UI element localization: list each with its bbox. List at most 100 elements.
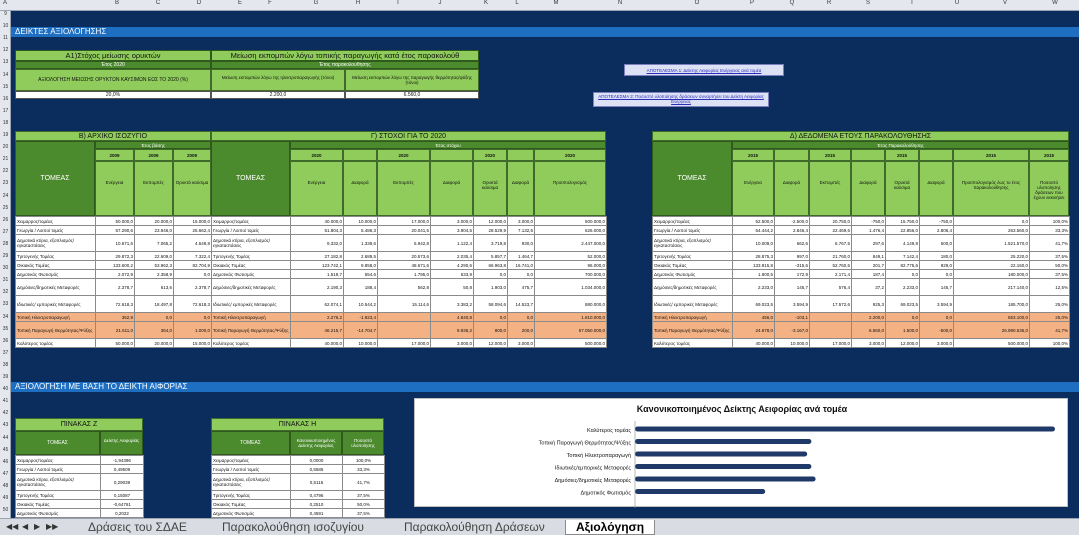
data-cell[interactable]: 7.142,4 bbox=[885, 251, 920, 261]
data-cell[interactable] bbox=[809, 321, 852, 339]
data-cell[interactable]: 10.009,0 bbox=[732, 234, 775, 252]
data-cell[interactable]: 626.000,0 bbox=[534, 225, 607, 235]
sector-label[interactable]: Γεωργία / Λοιποί τομείς bbox=[211, 225, 291, 235]
data-cell[interactable]: 37,5% bbox=[342, 490, 385, 500]
tab-drasis-sdae[interactable]: Δράσεις του ΣΔΑΕ bbox=[78, 520, 197, 535]
data-cell[interactable]: 0,4591 bbox=[290, 508, 343, 518]
data-cell[interactable]: 200,0 bbox=[507, 321, 535, 339]
data-cell[interactable]: 2.200,0 bbox=[851, 312, 886, 322]
data-cell[interactable]: 0,0 bbox=[473, 312, 508, 322]
data-cell[interactable]: 7.132,5 bbox=[507, 225, 535, 235]
data-cell[interactable]: 3.000,0 bbox=[507, 338, 535, 348]
sector-label[interactable]: Τριτογενής Τομέας bbox=[211, 251, 291, 261]
row-header[interactable]: 37 bbox=[0, 350, 11, 356]
data-cell[interactable]: 180,0 bbox=[919, 251, 954, 261]
data-cell[interactable]: 3.000,0 bbox=[430, 338, 474, 348]
column-header[interactable]: P bbox=[750, 0, 754, 6]
data-cell[interactable]: 3.594,9 bbox=[919, 295, 954, 313]
data-cell[interactable]: 82.704,9 bbox=[173, 260, 212, 270]
data-cell[interactable]: 52.500,0 bbox=[732, 216, 775, 226]
data-cell[interactable]: 145,7 bbox=[919, 278, 954, 296]
row-header[interactable]: 34 bbox=[0, 314, 11, 320]
row-header[interactable]: 28 bbox=[0, 241, 11, 247]
sector-label[interactable]: Καλύτερος τομέας bbox=[652, 338, 733, 348]
data-cell[interactable]: 4.649,8 bbox=[173, 234, 212, 252]
data-cell[interactable]: 0,0 bbox=[919, 269, 954, 279]
data-cell[interactable]: 5.857,7 bbox=[473, 251, 508, 261]
data-cell[interactable]: 553.100,0 bbox=[953, 312, 1030, 322]
data-cell[interactable]: 23.946,0 bbox=[134, 225, 174, 235]
result-2-link[interactable]: ΑΠΟΤΕΛΕΣΜΑ 2: Ποσοστό υλοποίησης δράσεων… bbox=[593, 92, 769, 107]
column-header[interactable]: W bbox=[1052, 0, 1058, 6]
data-cell[interactable]: -750,0 bbox=[851, 216, 886, 226]
sector-label[interactable]: Τριτογενής Τομέας bbox=[15, 251, 96, 261]
data-cell[interactable]: 1.900,5 bbox=[732, 269, 775, 279]
data-cell[interactable]: -315,6 bbox=[774, 260, 810, 270]
data-cell[interactable]: 145,7 bbox=[774, 278, 810, 296]
data-cell[interactable]: 1.500,0 bbox=[885, 321, 920, 339]
row-header[interactable]: 48 bbox=[0, 483, 11, 489]
data-cell[interactable]: 0,0 bbox=[885, 269, 920, 279]
data-cell[interactable]: 1.521.570,0 bbox=[953, 234, 1030, 252]
data-cell[interactable]: 14.523,7 bbox=[507, 295, 535, 313]
data-cell[interactable]: 0,0 bbox=[919, 312, 954, 322]
data-cell[interactable]: 217.140,0 bbox=[953, 278, 1030, 296]
data-cell[interactable] bbox=[809, 312, 852, 322]
data-cell[interactable]: 1.795,0 bbox=[377, 269, 431, 279]
data-cell[interactable]: 0,49509 bbox=[100, 464, 144, 474]
data-cell[interactable]: 10.000,0 bbox=[343, 216, 378, 226]
data-cell[interactable]: -1.923,4 bbox=[343, 312, 378, 322]
data-cell[interactable]: 1.464,7 bbox=[507, 251, 535, 261]
data-cell[interactable]: 50.000,0 bbox=[95, 216, 135, 226]
data-cell[interactable] bbox=[377, 321, 431, 339]
column-header[interactable]: U bbox=[955, 0, 959, 6]
data-cell[interactable]: 700.000,0 bbox=[534, 269, 607, 279]
data-cell[interactable]: 4.149,8 bbox=[885, 234, 920, 252]
sector-label[interactable]: Δημοτικά κτίρια, εξοπλισμός/εγκαταστάσει… bbox=[211, 234, 291, 252]
data-cell[interactable]: 2.190,3 bbox=[290, 278, 344, 296]
data-cell[interactable]: 2.378,7 bbox=[173, 278, 212, 296]
data-cell[interactable]: 62.074,1 bbox=[290, 295, 344, 313]
data-cell[interactable]: -0,64761 bbox=[100, 499, 144, 509]
sector-label[interactable]: Τριτογενής Τομέας bbox=[652, 251, 733, 261]
data-cell[interactable]: 500.000,0 bbox=[534, 338, 607, 348]
data-cell[interactable]: 48.671,6 bbox=[377, 260, 431, 270]
data-cell[interactable]: 82.775,6 bbox=[885, 260, 920, 270]
data-cell[interactable]: 3.383,2 bbox=[430, 295, 474, 313]
column-header[interactable]: F bbox=[268, 0, 272, 6]
data-cell[interactable]: 0,0 bbox=[885, 312, 920, 322]
data-cell[interactable]: 22.856,0 bbox=[885, 225, 920, 235]
data-cell[interactable]: 15.114,6 bbox=[377, 295, 431, 313]
data-cell[interactable]: 297,6 bbox=[851, 234, 886, 252]
chart-bar[interactable] bbox=[635, 489, 766, 494]
sector-label[interactable]: Δημοτικός Φωτισμός bbox=[211, 269, 291, 279]
data-cell[interactable]: 15.000,0 bbox=[173, 216, 212, 226]
row-header[interactable]: 29 bbox=[0, 253, 11, 259]
data-cell[interactable]: -2.500,0 bbox=[774, 216, 810, 226]
data-cell[interactable]: -750,0 bbox=[919, 216, 954, 226]
data-cell[interactable]: 364,0 bbox=[134, 321, 174, 339]
chart-bar[interactable] bbox=[635, 451, 808, 457]
data-cell[interactable]: 0,0 bbox=[953, 216, 1030, 226]
data-cell[interactable]: 100,0% bbox=[342, 455, 385, 465]
data-cell[interactable]: 1.000,0 bbox=[173, 321, 212, 339]
data-cell[interactable]: 0,29039 bbox=[100, 473, 144, 491]
data-cell[interactable]: 662,6 bbox=[774, 234, 810, 252]
data-cell[interactable]: 456,0 bbox=[732, 312, 775, 322]
data-cell[interactable]: 1.810.000,0 bbox=[534, 312, 607, 322]
data-cell[interactable]: 2.846,4 bbox=[774, 225, 810, 235]
data-cell[interactable]: 3.000,0 bbox=[851, 338, 886, 348]
data-cell[interactable]: 6.767,5 bbox=[809, 234, 852, 252]
data-cell[interactable]: 41,7% bbox=[342, 473, 385, 491]
data-cell[interactable]: 20.000,0 bbox=[134, 338, 174, 348]
data-cell[interactable]: 20.573,6 bbox=[377, 251, 431, 261]
sector-label[interactable]: Ιδιωτικές/ εμπορικές Μεταφορές bbox=[211, 295, 291, 313]
data-cell[interactable]: 0,0 bbox=[473, 269, 508, 279]
sector-label[interactable]: Γεωργία / Λοιποί τομείς bbox=[15, 225, 96, 235]
data-cell[interactable]: 12.000,0 bbox=[473, 338, 508, 348]
data-cell[interactable]: 4.840,8 bbox=[430, 312, 474, 322]
data-cell[interactable]: 3.000,0 bbox=[507, 216, 535, 226]
data-cell[interactable]: 33,3% bbox=[1029, 225, 1070, 235]
row-header[interactable]: 30 bbox=[0, 265, 11, 271]
data-cell[interactable]: 172,9 bbox=[774, 269, 810, 279]
